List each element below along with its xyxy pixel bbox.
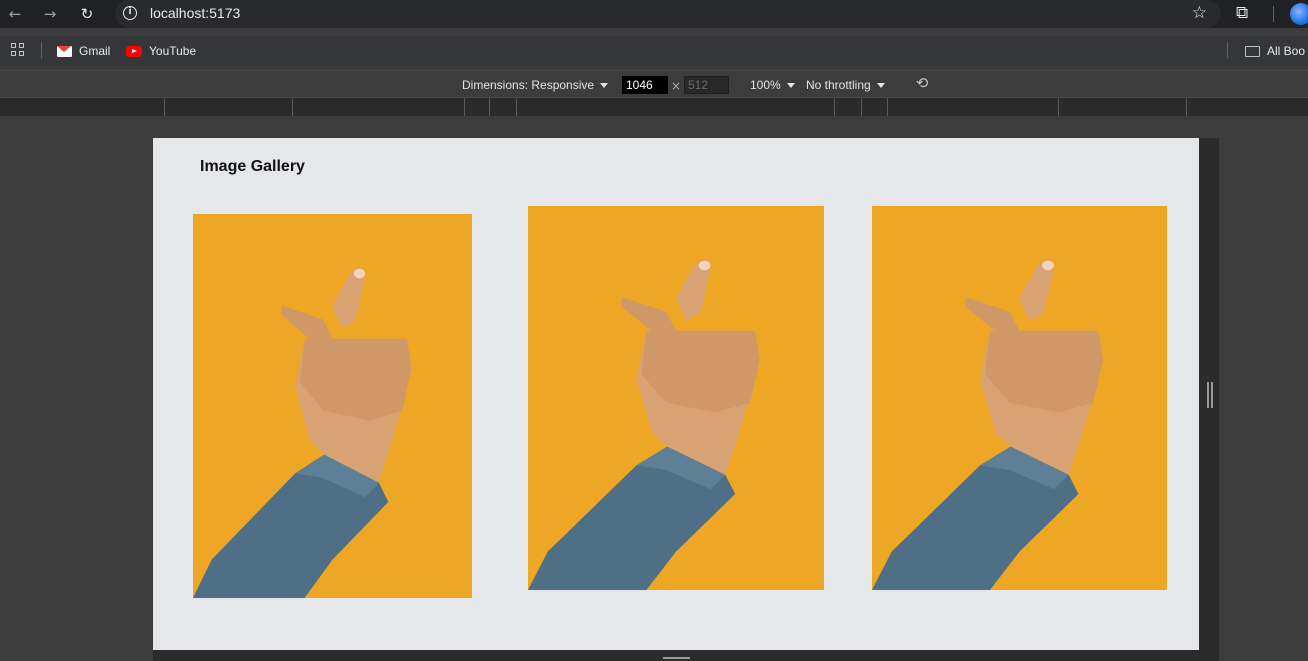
- gallery-image[interactable]: [193, 214, 472, 598]
- times-separator: ×: [671, 79, 682, 93]
- url-text[interactable]: localhost:5173: [150, 5, 240, 21]
- gallery-image[interactable]: [528, 206, 824, 590]
- folder-icon: [1245, 45, 1260, 57]
- all-bookmarks-label: All Boo: [1267, 44, 1306, 58]
- bookmark-youtube[interactable]: YouTube: [126, 41, 196, 61]
- chevron-down-icon: [876, 83, 885, 89]
- height-input[interactable]: 512: [684, 76, 729, 94]
- gmail-icon: [57, 45, 72, 57]
- throttling-dropdown[interactable]: No throttling: [806, 78, 885, 92]
- gallery-image[interactable]: [872, 206, 1167, 590]
- all-bookmarks[interactable]: All Boo: [1245, 41, 1305, 61]
- device-toolbar: Dimensions: Responsive 1046 × 512 100% N…: [0, 70, 1308, 98]
- media-query-ruler[interactable]: [0, 98, 1308, 116]
- bookmark-divider: [1227, 42, 1228, 58]
- zoom-dropdown[interactable]: 100%: [750, 78, 795, 92]
- browser-toolbar: ← → ↻ i localhost:5173 ☆ ⧉: [0, 0, 1308, 28]
- viewport-bottom-edge: [153, 650, 1219, 661]
- resize-handle-bottom[interactable]: [663, 657, 690, 659]
- finger-heart-illustration: [193, 214, 472, 598]
- arrow-left-icon[interactable]: ←: [6, 5, 24, 23]
- emulated-page: Image Gallery: [153, 138, 1199, 650]
- bookmarks-bar: Gmail YouTube All Boo: [0, 36, 1308, 66]
- dimensions-label: Dimensions: Responsive: [462, 78, 595, 92]
- arrow-right-icon[interactable]: →: [41, 5, 59, 23]
- toolbar-divider: [1273, 6, 1274, 22]
- address-bar[interactable]: i localhost:5173 ☆: [115, 0, 1221, 28]
- resize-handle-right[interactable]: [1207, 382, 1213, 408]
- throttling-label: No throttling: [806, 78, 871, 92]
- youtube-icon: [126, 45, 142, 57]
- zoom-label: 100%: [750, 78, 781, 92]
- bookmark-divider: [41, 42, 42, 58]
- puzzle-icon[interactable]: ⧉: [1236, 3, 1248, 23]
- bookmark-gmail[interactable]: Gmail: [57, 41, 110, 61]
- rotate-icon[interactable]: ⟲: [913, 74, 931, 92]
- page-title: Image Gallery: [200, 158, 305, 175]
- reload-icon[interactable]: ↻: [78, 5, 96, 23]
- dimensions-dropdown[interactable]: Dimensions: Responsive: [462, 78, 609, 92]
- avatar[interactable]: [1290, 3, 1308, 25]
- bookmark-label: YouTube: [149, 44, 197, 58]
- info-icon[interactable]: i: [123, 6, 137, 20]
- bookmark-label: Gmail: [79, 44, 111, 58]
- star-icon[interactable]: ☆: [1192, 3, 1207, 23]
- apps-grid-icon[interactable]: [11, 43, 25, 57]
- width-input[interactable]: 1046: [622, 76, 668, 94]
- chevron-down-icon: [600, 83, 609, 89]
- finger-heart-illustration: [872, 206, 1167, 590]
- finger-heart-illustration: [528, 206, 824, 590]
- chevron-down-icon: [786, 83, 795, 89]
